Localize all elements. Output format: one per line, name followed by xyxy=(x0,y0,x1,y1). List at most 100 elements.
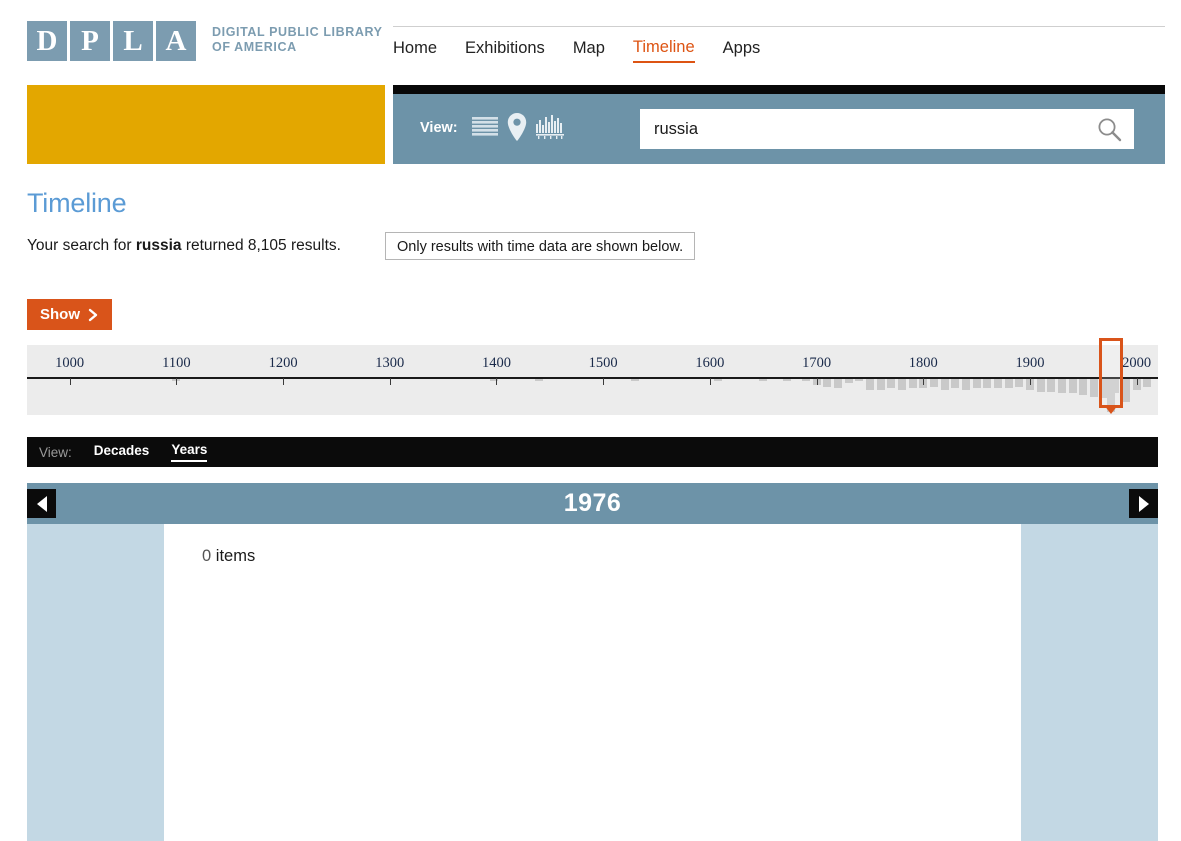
wordmark-line-2: OF AMERICA xyxy=(212,40,383,55)
axis-tick xyxy=(390,378,391,385)
logo-letter-p: P xyxy=(70,21,110,61)
search-bar-top-strip xyxy=(393,85,1165,94)
histogram-bar xyxy=(1122,378,1130,402)
histogram-bar xyxy=(866,378,874,390)
axis-tick-label: 1800 xyxy=(909,355,938,372)
timeline-axis-line xyxy=(27,377,1158,379)
axis-tick xyxy=(176,378,177,385)
timeline-bars-icon[interactable] xyxy=(536,114,564,140)
view-tabs-label: View: xyxy=(39,445,72,460)
axis-tick xyxy=(283,378,284,385)
histogram-bar xyxy=(898,378,906,390)
histogram-bar xyxy=(983,378,991,388)
axis-tick xyxy=(1030,378,1031,385)
current-year-label: 1976 xyxy=(27,489,1158,518)
histogram-bar xyxy=(941,378,949,390)
logo-letter-a: A xyxy=(156,21,196,61)
histogram-bar xyxy=(962,378,970,390)
results-left-panel xyxy=(27,524,164,841)
axis-tick xyxy=(496,378,497,385)
axis-tick-label: 1600 xyxy=(695,355,724,372)
axis-tick-label: 1100 xyxy=(162,355,190,372)
nav-item-map[interactable]: Map xyxy=(573,39,605,62)
logo-wordmark: DIGITAL PUBLIC LIBRARY OF AMERICA xyxy=(212,21,383,55)
histogram-bar xyxy=(877,378,885,390)
axis-tick-label: 1200 xyxy=(269,355,298,372)
search-field-wrapper xyxy=(640,109,1134,149)
nav-divider xyxy=(393,26,1165,27)
items-count-number: 0 xyxy=(202,547,211,565)
results-prefix: Your search for xyxy=(27,237,136,254)
axis-tick-label: 1900 xyxy=(1015,355,1044,372)
range-selector-pointer-icon xyxy=(1104,405,1118,414)
logo-letter-d: D xyxy=(27,21,67,61)
timeline-range-slider[interactable]: 1000110012001300140015001600170018001900… xyxy=(27,345,1158,415)
histogram-bar xyxy=(1037,378,1045,392)
items-count-label: items xyxy=(211,547,255,565)
histogram-bar xyxy=(759,378,767,381)
axis-tick xyxy=(710,378,711,385)
nav-item-apps[interactable]: Apps xyxy=(723,39,761,62)
results-suffix: returned 8,105 results. xyxy=(182,237,341,254)
histogram-bar xyxy=(1090,378,1098,397)
histogram-bar xyxy=(1005,378,1013,388)
timeline-granularity-tabs: View: Decades Years xyxy=(27,437,1158,467)
dpla-logo[interactable]: D P L A DIGITAL PUBLIC LIBRARY OF AMERIC… xyxy=(27,21,383,61)
axis-tick xyxy=(923,378,924,385)
histogram-bar xyxy=(845,378,853,383)
histogram-bar xyxy=(1015,378,1023,387)
histogram-bar xyxy=(909,378,917,388)
histogram-bar xyxy=(1079,378,1087,395)
histogram-bar xyxy=(823,378,831,387)
histogram-bar xyxy=(714,378,722,381)
histogram-bar xyxy=(1069,378,1077,393)
nav-item-timeline[interactable]: Timeline xyxy=(633,38,695,63)
items-count: 0 items xyxy=(202,547,255,566)
tab-decades[interactable]: Decades xyxy=(94,443,150,461)
histogram-bar xyxy=(1143,378,1151,387)
map-pin-icon[interactable] xyxy=(507,113,527,141)
year-navigator: 1976 xyxy=(27,483,1158,524)
axis-tick-label: 1500 xyxy=(589,355,618,372)
masthead: D P L A DIGITAL PUBLIC LIBRARY OF AMERIC… xyxy=(0,0,1181,80)
axis-tick xyxy=(603,378,604,385)
histogram-bar xyxy=(887,378,895,388)
axis-tick-label: 1400 xyxy=(482,355,511,372)
chevron-right-icon xyxy=(88,308,99,322)
page-title: Timeline xyxy=(27,188,126,219)
histogram-bar xyxy=(973,378,981,388)
search-bar: View: xyxy=(393,94,1165,164)
main-navigation: Home Exhibitions Map Timeline Apps xyxy=(393,38,788,63)
search-results-summary: Your search for russia returned 8,105 re… xyxy=(27,237,341,255)
histogram-bar xyxy=(930,378,938,387)
show-button[interactable]: Show xyxy=(27,299,112,330)
histogram-bar xyxy=(994,378,1002,388)
histogram-bar xyxy=(1058,378,1066,393)
histogram-bar xyxy=(834,378,842,388)
axis-tick xyxy=(817,378,818,385)
axis-tick xyxy=(1137,378,1138,385)
histogram-bar xyxy=(951,378,959,388)
search-icon[interactable] xyxy=(1097,117,1122,142)
arrow-right-icon[interactable] xyxy=(1129,489,1158,518)
nav-item-exhibitions[interactable]: Exhibitions xyxy=(465,39,545,62)
time-data-note: Only results with time data are shown be… xyxy=(385,232,695,260)
search-input[interactable] xyxy=(640,109,1080,149)
list-icon[interactable] xyxy=(472,116,498,138)
histogram-bar xyxy=(1047,378,1055,392)
results-right-panel xyxy=(1021,524,1158,841)
axis-tick-label: 1700 xyxy=(802,355,831,372)
histogram-bar xyxy=(783,378,791,381)
results-query-term: russia xyxy=(136,237,182,254)
timeline-range-selector[interactable] xyxy=(1099,338,1123,408)
axis-tick xyxy=(70,378,71,385)
tab-years[interactable]: Years xyxy=(171,442,207,462)
gold-banner-block xyxy=(27,85,385,164)
wordmark-line-1: DIGITAL PUBLIC LIBRARY xyxy=(212,25,383,40)
logo-letter-l: L xyxy=(113,21,153,61)
arrow-right-glyph xyxy=(1139,496,1149,512)
axis-tick-label: 1300 xyxy=(375,355,404,372)
nav-item-home[interactable]: Home xyxy=(393,39,437,62)
axis-tick-label: 2000 xyxy=(1122,355,1151,372)
logo-letters: D P L A xyxy=(27,21,196,61)
